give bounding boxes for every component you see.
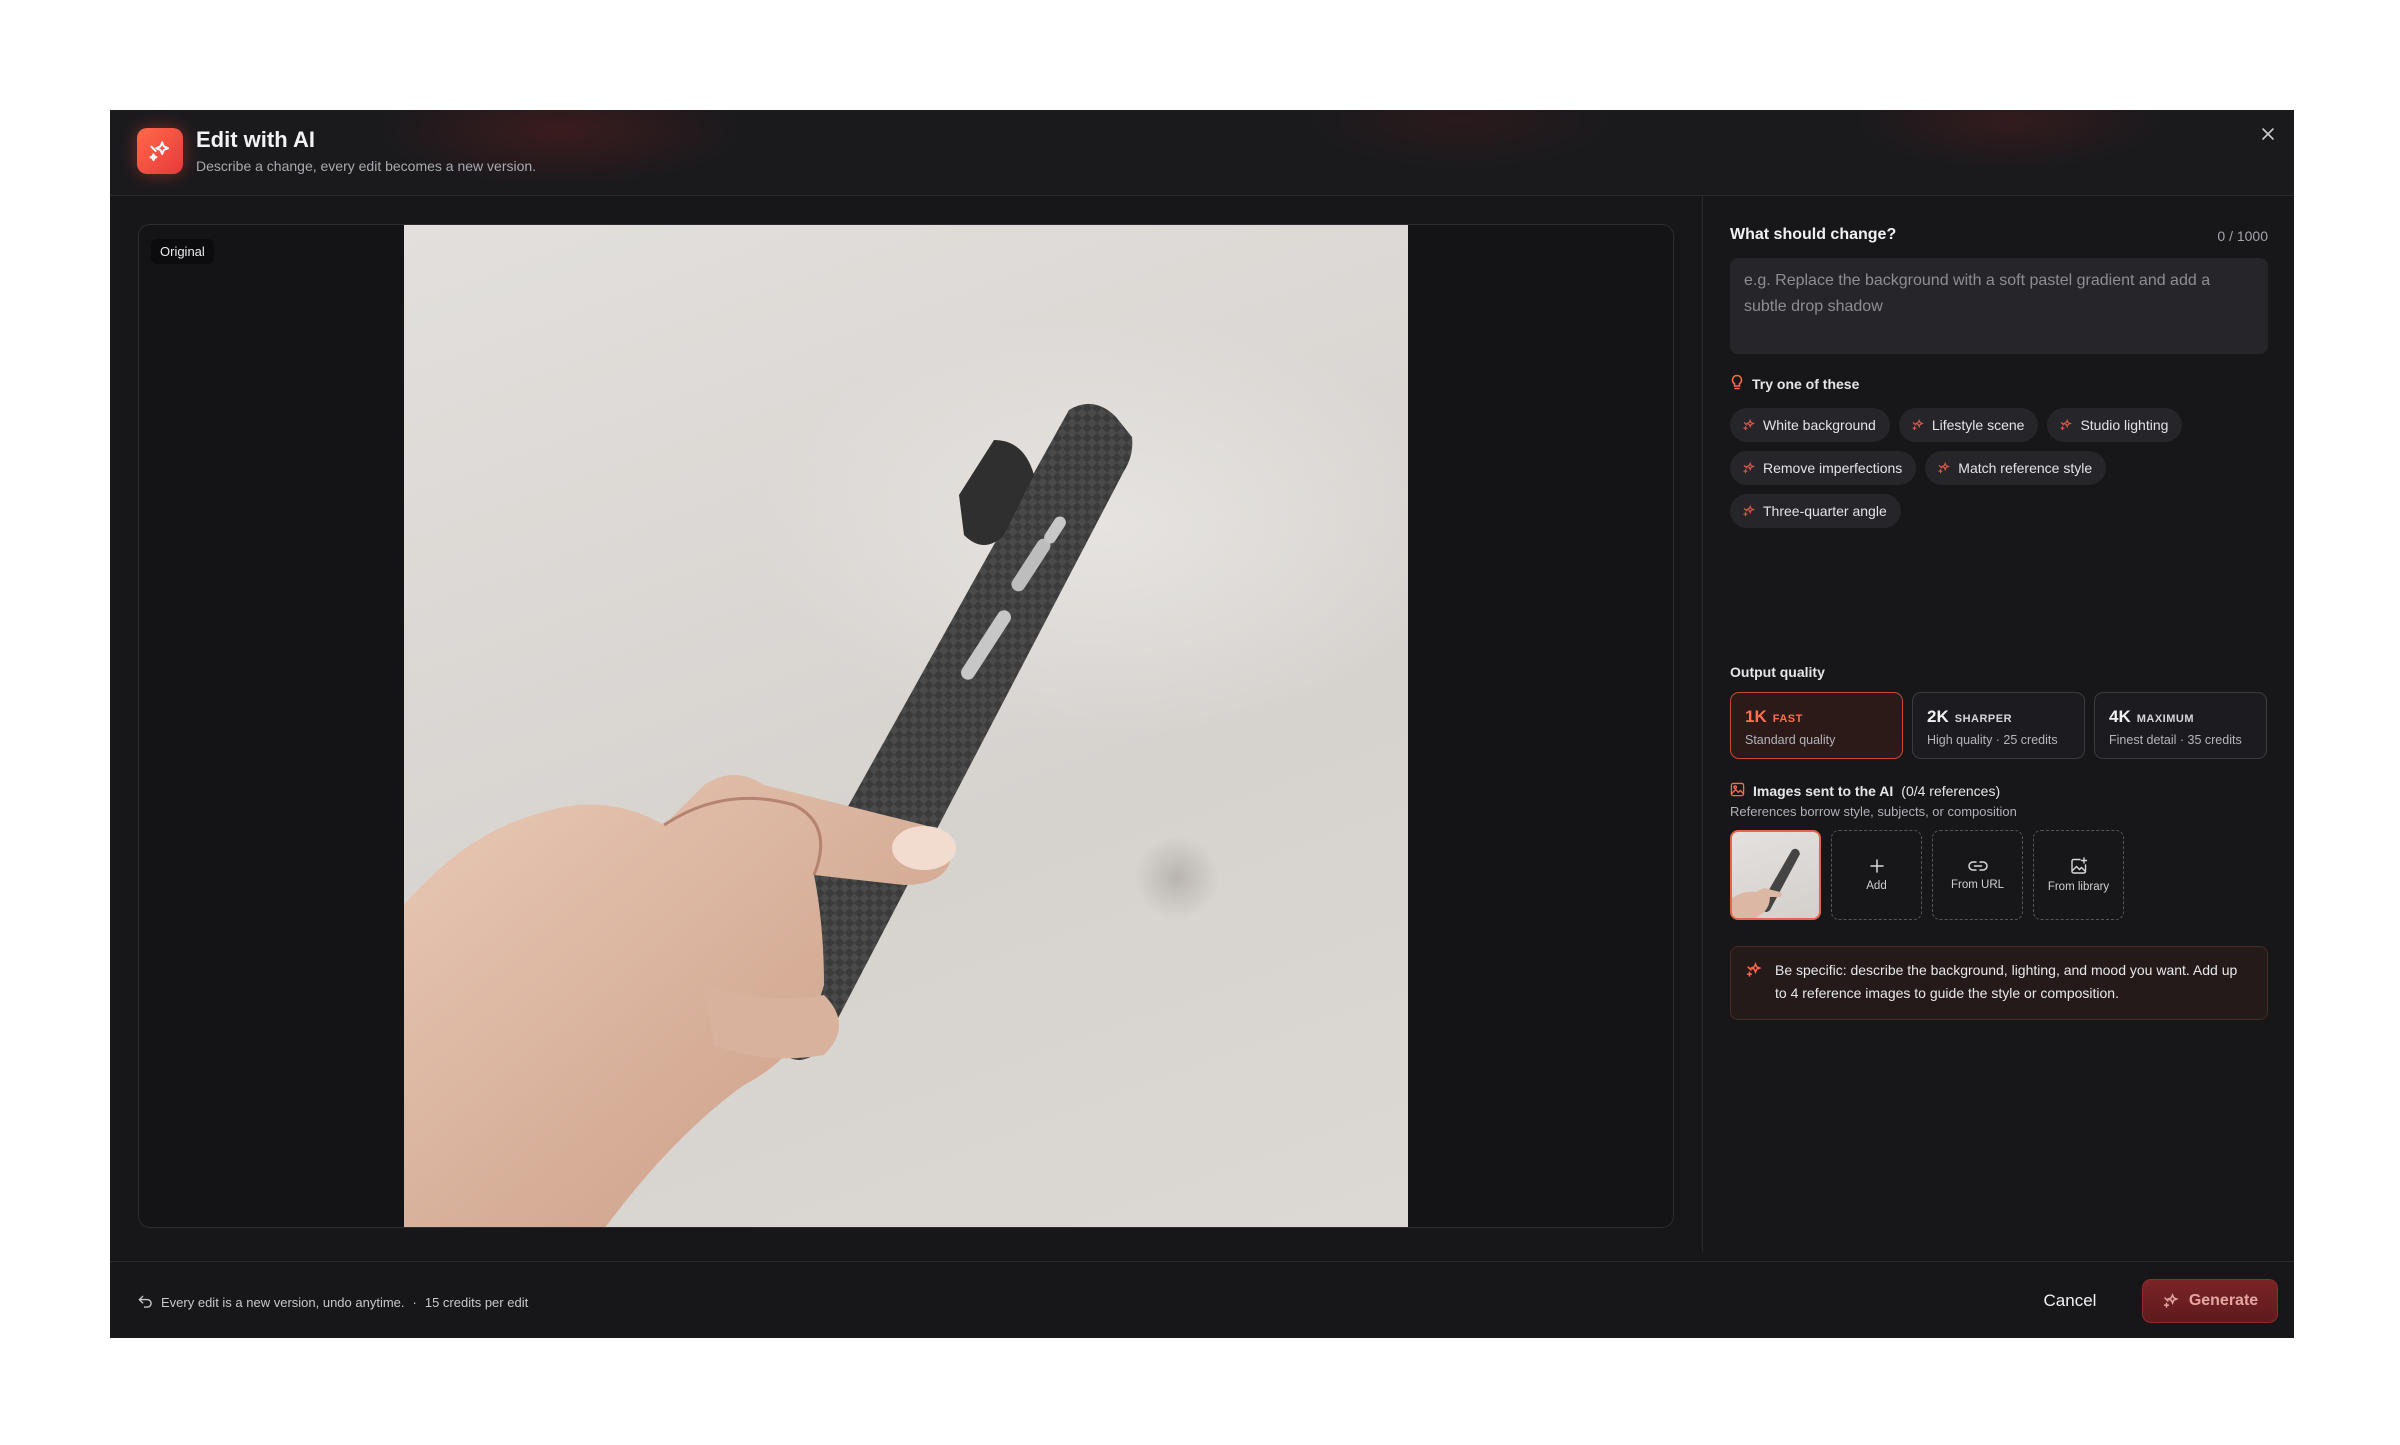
- character-counter: 0 / 1000: [2217, 228, 2268, 244]
- dialog-header: Edit with AI Describe a change, every ed…: [110, 110, 2294, 196]
- chip-label: Lifestyle scene: [1931, 417, 2025, 433]
- prompt-label: What should change?: [1730, 226, 1897, 243]
- plus-icon: [1869, 859, 1884, 873]
- image-preview: Original: [138, 224, 1674, 1228]
- generate-label: Generate: [2188, 1292, 2259, 1309]
- image-icon: [1730, 782, 1745, 800]
- footer-credits: 15 credits per edit: [424, 1295, 529, 1310]
- close-icon[interactable]: [2256, 122, 2280, 146]
- from-url-label: From URL: [1950, 879, 2005, 891]
- product-photo: [404, 225, 1408, 1227]
- chip-three-quarter-angle[interactable]: Three-quarter angle: [1730, 494, 1901, 528]
- from-library-button[interactable]: From library: [2033, 830, 2124, 920]
- generate-button[interactable]: Generate: [2142, 1279, 2278, 1323]
- tip-text: Be specific: describe the background, li…: [1775, 962, 2238, 1001]
- quality-option-4k[interactable]: 4K MAXIMUM Finest detail · 35 credits: [2094, 692, 2267, 759]
- quality-description: High quality · 25 credits: [1927, 733, 2058, 747]
- quality-tag: MAXIMUM: [2136, 713, 2195, 725]
- chip-white-background[interactable]: White background: [1730, 408, 1890, 442]
- sparkles-icon: [1743, 504, 1755, 517]
- references-label-text: Images sent to the AI: [1753, 783, 1894, 799]
- references-count: (0/4 references): [1901, 783, 2001, 799]
- footer-note: Every edit is a new version, undo anytim…: [138, 1294, 528, 1311]
- prompt-input[interactable]: [1730, 258, 2268, 354]
- quality-description: Standard quality: [1745, 733, 1836, 747]
- quality-resolution: 2K: [1927, 707, 1949, 726]
- quality-tag: SHARPER: [1954, 713, 2013, 725]
- suggestions-label-text: Try one of these: [1752, 375, 1860, 392]
- quality-description: Finest detail · 35 credits: [2109, 733, 2242, 747]
- reference-thumbnail[interactable]: [1730, 830, 1821, 920]
- sparkles-icon: [1938, 461, 1951, 474]
- edit-with-ai-dialog: Edit with AI Describe a change, every ed…: [110, 110, 2294, 1338]
- quality-label: Output quality: [1730, 664, 1825, 680]
- footer-divider: [110, 1261, 2294, 1262]
- original-badge: Original: [151, 239, 214, 264]
- chip-studio-lighting[interactable]: Studio lighting: [2047, 408, 2183, 442]
- suggestions-label: Try one of these: [1730, 374, 1859, 393]
- undo-icon: [138, 1294, 153, 1311]
- quality-tag: FAST: [1772, 713, 1803, 725]
- quality-resolution: 4K: [2109, 707, 2131, 726]
- references-label: Images sent to the AI (0/4 references): [1730, 782, 2000, 800]
- chip-remove-imperfections[interactable]: Remove imperfections: [1730, 451, 1917, 485]
- quality-resolution: 1K: [1745, 707, 1767, 726]
- dialog-subtitle: Describe a change, every edit becomes a …: [196, 158, 537, 174]
- cancel-button[interactable]: Cancel: [2030, 1279, 2110, 1323]
- quality-option-2k[interactable]: 2K SHARPER High quality · 25 credits: [1912, 692, 2085, 759]
- footer-separator: ·: [412, 1295, 417, 1310]
- image-plus-icon: [2070, 857, 2087, 874]
- suggestion-chips: White background Lifestyle scene Studio …: [1730, 408, 2268, 528]
- sparkles-icon: [1912, 418, 1924, 431]
- sparkles-icon: [2060, 418, 2073, 431]
- link-icon: [1967, 861, 1988, 871]
- tip-box: Be specific: describe the background, li…: [1730, 946, 2268, 1020]
- from-library-label: From library: [2047, 881, 2110, 893]
- chip-label: Remove imperfections: [1763, 460, 1903, 476]
- sparkles-icon: [2163, 1293, 2179, 1308]
- references-row: Add From URL From library: [1730, 830, 2124, 920]
- sparkles-icon: [1745, 961, 1763, 986]
- quality-option-1k[interactable]: 1K FAST Standard quality: [1730, 692, 1903, 759]
- from-url-button[interactable]: From URL: [1932, 830, 2023, 920]
- panel-divider: [1702, 196, 1703, 1252]
- chip-label: White background: [1763, 417, 1876, 433]
- chip-label: Studio lighting: [2080, 417, 2169, 433]
- sparkles-icon: [137, 128, 183, 174]
- edit-panel: What should change? 0 / 1000 Try one of …: [1730, 196, 2268, 1252]
- footer-note-text: Every edit is a new version, undo anytim…: [161, 1295, 405, 1310]
- references-subtitle: References borrow style, subjects, or co…: [1730, 804, 2017, 819]
- dialog-title: Edit with AI: [196, 127, 315, 152]
- chip-label: Three-quarter angle: [1763, 503, 1887, 519]
- quality-options: 1K FAST Standard quality 2K SHARPER High…: [1730, 692, 2267, 759]
- add-reference-label: Add: [1866, 880, 1887, 892]
- chip-match-reference-style[interactable]: Match reference style: [1925, 451, 2107, 485]
- lightbulb-icon: [1730, 374, 1744, 393]
- chip-label: Match reference style: [1958, 460, 2093, 476]
- sparkles-icon: [1743, 461, 1755, 474]
- chip-lifestyle-scene[interactable]: Lifestyle scene: [1898, 408, 2039, 442]
- add-reference-button[interactable]: Add: [1831, 830, 1922, 920]
- sparkles-icon: [1743, 418, 1755, 431]
